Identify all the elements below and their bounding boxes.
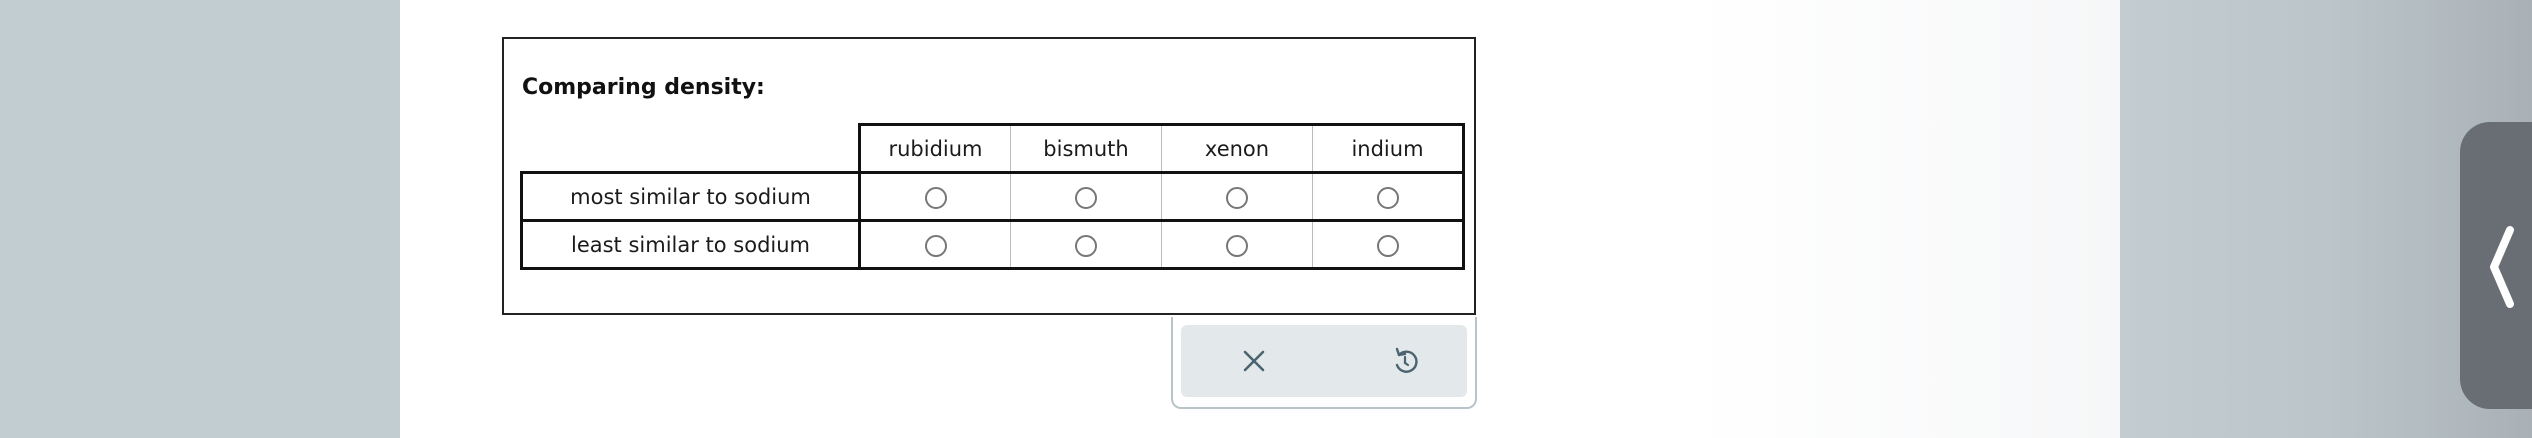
undo-button[interactable] xyxy=(1380,336,1430,386)
question-title: Comparing density: xyxy=(522,75,765,100)
cell-most-xenon xyxy=(1161,171,1313,221)
toolbar-inner xyxy=(1181,325,1467,397)
grid-row-least-similar: least similar to sodium xyxy=(520,219,1465,270)
radio-least-similar-xenon[interactable] xyxy=(1226,234,1248,257)
grid-header-row: rubidium bismuth xenon indium xyxy=(522,123,1465,174)
radio-most-similar-bismuth[interactable] xyxy=(1075,186,1097,209)
cell-least-xenon xyxy=(1161,219,1313,270)
side-panel-toggle[interactable] xyxy=(2460,122,2532,409)
cell-most-indium xyxy=(1312,171,1465,221)
question-box: Comparing density: rubidium bismuth xeno… xyxy=(502,37,1476,315)
radio-most-similar-rubidium[interactable] xyxy=(924,186,947,209)
left-gutter xyxy=(0,0,400,438)
close-icon xyxy=(1243,350,1265,372)
radio-least-similar-rubidium[interactable] xyxy=(924,234,947,257)
column-header-xenon: xenon xyxy=(1161,123,1313,174)
radio-most-similar-xenon[interactable] xyxy=(1226,186,1248,209)
cell-most-bismuth xyxy=(1010,171,1162,221)
cell-least-indium xyxy=(1312,219,1465,270)
undo-icon xyxy=(1395,347,1418,373)
chevron-left-icon xyxy=(2490,226,2514,308)
grid-corner xyxy=(522,125,860,173)
radio-least-similar-bismuth[interactable] xyxy=(1075,234,1097,257)
column-header-rubidium: rubidium xyxy=(858,123,1011,174)
row-label-most-similar: most similar to sodium xyxy=(520,171,861,221)
answer-grid: rubidium bismuth xenon indium most simil… xyxy=(520,123,1465,270)
column-header-indium: indium xyxy=(1312,123,1465,174)
cell-least-bismuth xyxy=(1010,219,1162,270)
answer-toolbar xyxy=(1171,317,1477,409)
column-header-bismuth: bismuth xyxy=(1010,123,1162,174)
row-label-least-similar: least similar to sodium xyxy=(520,219,861,270)
grid-row-most-similar: most similar to sodium xyxy=(520,171,1465,221)
radio-most-similar-indium[interactable] xyxy=(1376,186,1399,209)
radio-least-similar-indium[interactable] xyxy=(1376,234,1399,257)
clear-button[interactable] xyxy=(1229,336,1279,386)
cell-least-rubidium xyxy=(859,219,1011,270)
cell-most-rubidium xyxy=(859,171,1011,221)
